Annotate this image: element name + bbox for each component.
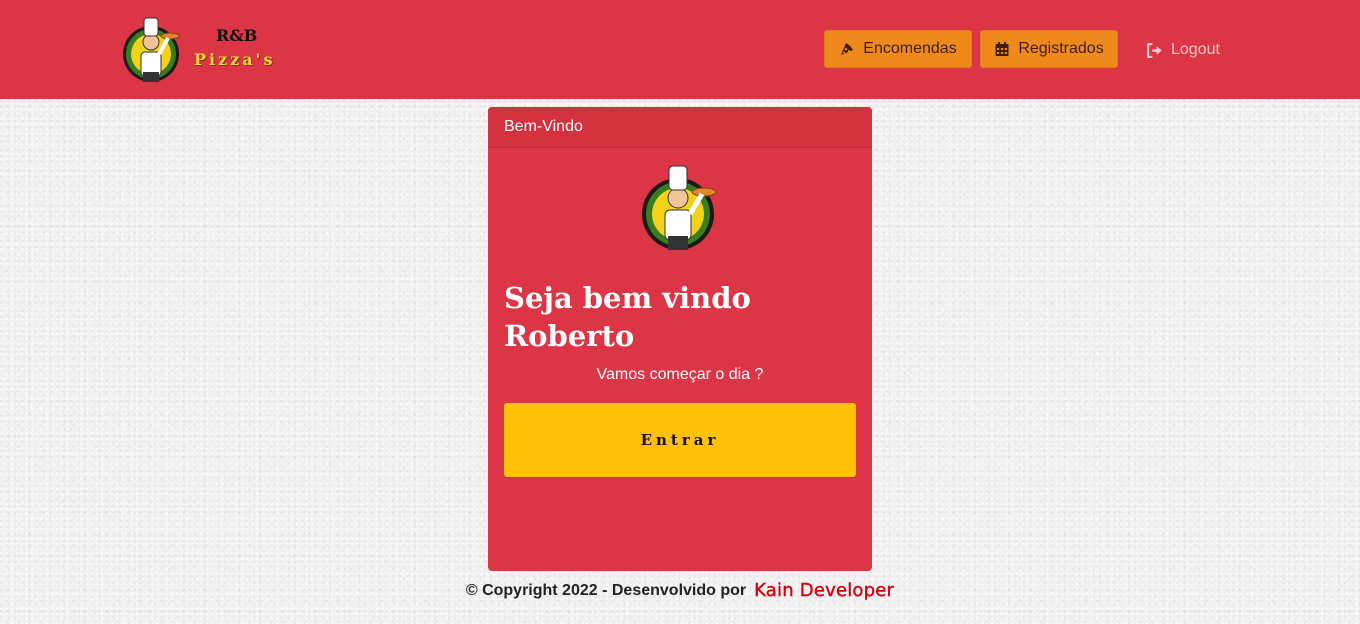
welcome-line-2: Roberto [504, 319, 635, 353]
chef-logo-icon [642, 165, 717, 250]
copyright-text: © Copyright 2022 - Desenvolvido por [465, 581, 747, 599]
card-header: Bem-Vindo [488, 107, 872, 148]
top-navbar: R&B Pizza's Encomendas Registrados Logou… [0, 0, 1360, 99]
encomendas-button[interactable]: Encomendas [824, 30, 972, 68]
welcome-subtitle: Vamos começar o dia ? [596, 366, 764, 383]
brand-name-bottom: Pizza's [194, 50, 276, 69]
enter-button[interactable]: Entrar [504, 403, 856, 477]
welcome-card: Bem-Vindo Seja bem vindo Roberto Vamos c… [488, 107, 872, 571]
author-link[interactable]: Kain Developer [754, 580, 894, 601]
registrados-button[interactable]: Registrados [980, 30, 1118, 68]
logout-label: Logout [1171, 41, 1220, 58]
welcome-line-1: Seja bem vindo [504, 281, 751, 315]
calendar-icon [995, 42, 1009, 56]
sign-out-icon [1147, 42, 1162, 58]
chef-logo-icon [123, 17, 180, 82]
brand-name-top: R&B [216, 26, 258, 45]
brand-link[interactable]: R&B Pizza's [120, 14, 290, 86]
logout-link[interactable]: Logout [1146, 38, 1220, 62]
registrados-label: Registrados [1018, 40, 1104, 57]
pizza-slice-icon [841, 43, 854, 55]
encomendas-label: Encomendas [863, 40, 957, 57]
welcome-heading: Seja bem vindo Roberto [504, 279, 856, 355]
footer: © Copyright 2022 - Desenvolvido por Kain… [0, 580, 1360, 601]
